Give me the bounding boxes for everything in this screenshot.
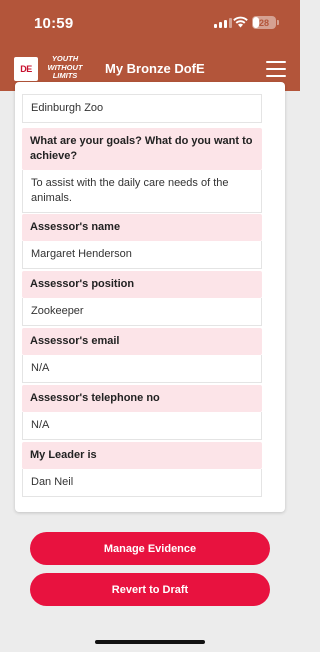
assessor-email-field: Assessor's email N/A	[22, 328, 262, 383]
assessor-position-field: Assessor's position Zookeeper	[22, 271, 262, 326]
location-value: Edinburgh Zoo	[22, 94, 262, 123]
location-field: Edinburgh Zoo	[22, 94, 262, 123]
assessor-email-label: Assessor's email	[22, 328, 262, 355]
goals-value: To assist with the daily care needs of t…	[22, 170, 262, 213]
assessor-name-value: Margaret Henderson	[22, 241, 262, 269]
assessor-phone-field: Assessor's telephone no N/A	[22, 385, 262, 440]
assessor-phone-value: N/A	[22, 412, 262, 440]
page-title: My Bronze DofE	[105, 61, 205, 76]
manage-evidence-button[interactable]: Manage Evidence	[30, 532, 270, 565]
assessor-name-label: Assessor's name	[22, 214, 262, 241]
battery-icon: 28	[252, 16, 276, 29]
youth-without-limits-logo: Youth Without Limits	[47, 54, 83, 80]
battery-percent: 28	[258, 17, 269, 28]
home-indicator	[95, 640, 205, 644]
dofe-logo: DE	[14, 57, 38, 81]
assessor-position-value: Zookeeper	[22, 298, 262, 326]
assessor-phone-label: Assessor's telephone no	[22, 385, 262, 412]
assessor-email-value: N/A	[22, 355, 262, 383]
battery-tip	[277, 20, 279, 25]
leader-label: My Leader is	[22, 442, 262, 469]
goals-field: What are your goals? What do you want to…	[22, 128, 262, 213]
cellular-signal-icon	[214, 18, 232, 28]
goals-label: What are your goals? What do you want to…	[22, 128, 262, 170]
assessor-position-label: Assessor's position	[22, 271, 262, 298]
hamburger-menu-icon[interactable]	[266, 61, 286, 77]
assessor-name-field: Assessor's name Margaret Henderson	[22, 214, 262, 269]
leader-value: Dan Neil	[22, 469, 262, 497]
status-bar: 10:59 28	[0, 0, 300, 47]
dofe-logo-text: DE	[20, 64, 32, 74]
wifi-icon	[233, 16, 248, 28]
leader-field: My Leader is Dan Neil	[22, 442, 262, 497]
revert-to-draft-button[interactable]: Revert to Draft	[30, 573, 270, 606]
status-time: 10:59	[34, 15, 74, 32]
